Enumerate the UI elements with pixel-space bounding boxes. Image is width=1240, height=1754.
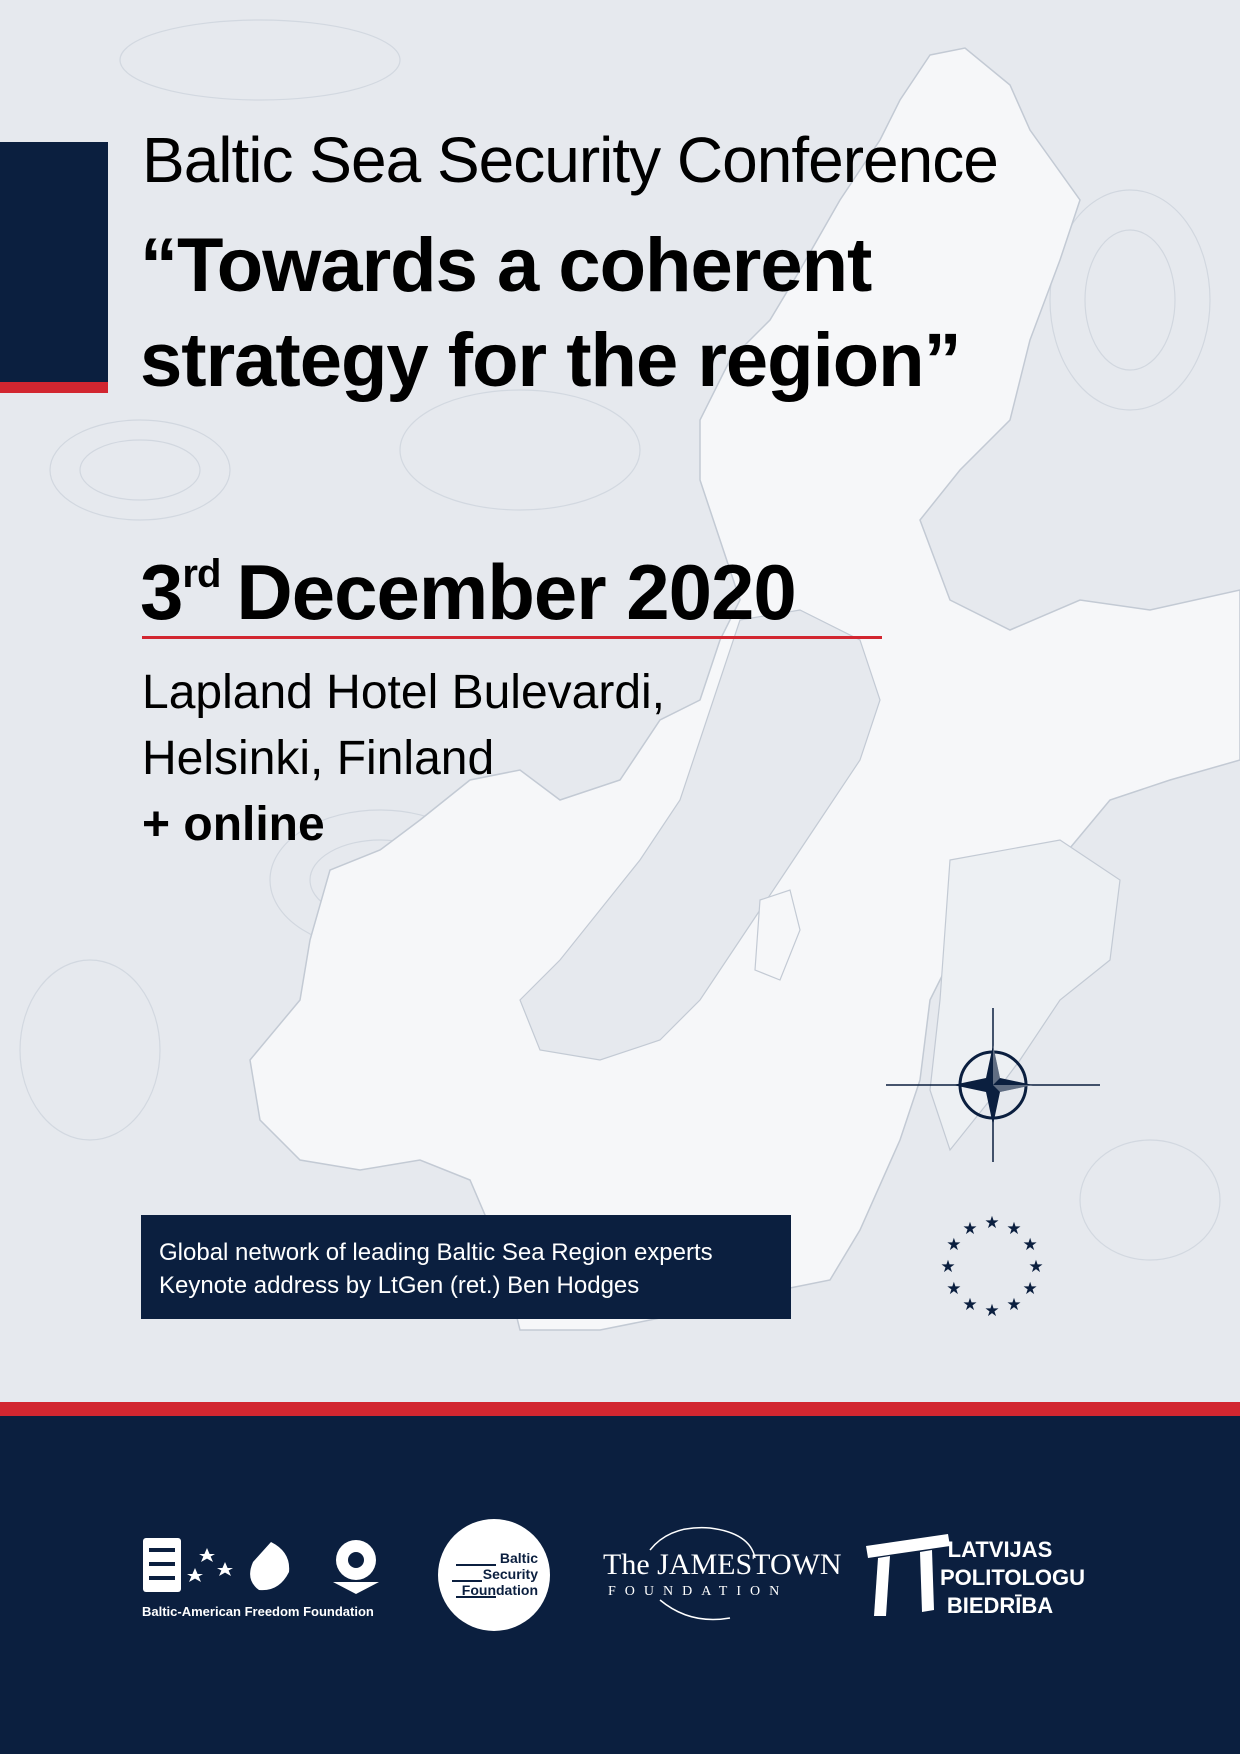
eu-star-icon: ★ xyxy=(940,1257,955,1277)
eu-star-icon: ★ xyxy=(984,1213,999,1233)
event-venue: Lapland Hotel Bulevardi, Helsinki, Finla… xyxy=(142,660,665,858)
tagline-line-1: “Towards a coherent xyxy=(140,223,872,308)
eu-star-icon: ★ xyxy=(946,1235,961,1255)
header-accent-red-stripe xyxy=(0,382,108,393)
nato-compass-icon xyxy=(886,1008,1100,1162)
eu-stars-icon: ★ ★★★★★★★★★★★ xyxy=(940,1213,1043,1321)
bsf-logo-line xyxy=(452,1580,482,1582)
bamf-logo-icon xyxy=(143,1538,379,1594)
conference-tagline: “Towards a coherent strategy for the reg… xyxy=(140,218,1160,408)
bamf-caption: Baltic-American Freedom Foundation xyxy=(142,1604,374,1619)
date-underline xyxy=(142,636,882,639)
bsf-logo-line xyxy=(456,1596,496,1598)
date-day: 3 xyxy=(140,548,183,636)
highlight-item: Keynote address by LtGen (ret.) Ben Hodg… xyxy=(159,1272,640,1299)
eu-star-icon: ★ xyxy=(1028,1257,1043,1277)
lpb-logo-text: LATVIJAS POLITOLOGU BIEDRĪBA xyxy=(940,1536,1086,1620)
eu-star-icon: ★ xyxy=(1006,1219,1021,1239)
bsf-logo-line xyxy=(456,1564,496,1566)
highlight-item: Global network of leading Baltic Sea Reg… xyxy=(159,1239,713,1266)
header-accent-block xyxy=(0,142,108,382)
date-month-year: December 2020 xyxy=(236,548,796,636)
eu-star-icon: ★ xyxy=(984,1301,999,1321)
eu-star-icon: ★ xyxy=(962,1295,977,1315)
tagline-line-2: strategy for the region” xyxy=(140,318,962,403)
eu-star-icon: ★ xyxy=(962,1219,977,1239)
eu-star-icon: ★ xyxy=(946,1279,961,1299)
jamestown-subtitle: FOUNDATION xyxy=(608,1584,789,1599)
venue-line-1: Lapland Hotel Bulevardi, xyxy=(142,666,666,719)
bsf-logo-text: Baltic Security Foundation xyxy=(438,1550,538,1598)
venue-online: + online xyxy=(142,798,325,851)
conference-name: Baltic Sea Security Conference xyxy=(142,124,999,196)
venue-line-2: Helsinki, Finland xyxy=(142,732,495,785)
date-suffix: rd xyxy=(182,552,221,596)
lpb-line-3: BIEDRĪBA xyxy=(946,1593,1054,1618)
eu-star-icon: ★ xyxy=(1006,1295,1021,1315)
event-date: 3rd December 2020 xyxy=(140,552,797,631)
eu-star-icon: ★ xyxy=(1022,1279,1037,1299)
lpb-logo-icon xyxy=(866,1534,950,1616)
highlights-box: Global network of leading Baltic Sea Reg… xyxy=(141,1215,791,1319)
footer-red-stripe xyxy=(0,1402,1240,1416)
jamestown-title: The JAMESTOWN xyxy=(603,1548,842,1581)
lpb-line-1: LATVIJAS xyxy=(947,1537,1053,1562)
lpb-line-2: POLITOLOGU xyxy=(940,1565,1086,1590)
bsf-logo: Baltic Security Foundation xyxy=(438,1519,550,1631)
eu-star-icon: ★ xyxy=(1022,1235,1037,1255)
